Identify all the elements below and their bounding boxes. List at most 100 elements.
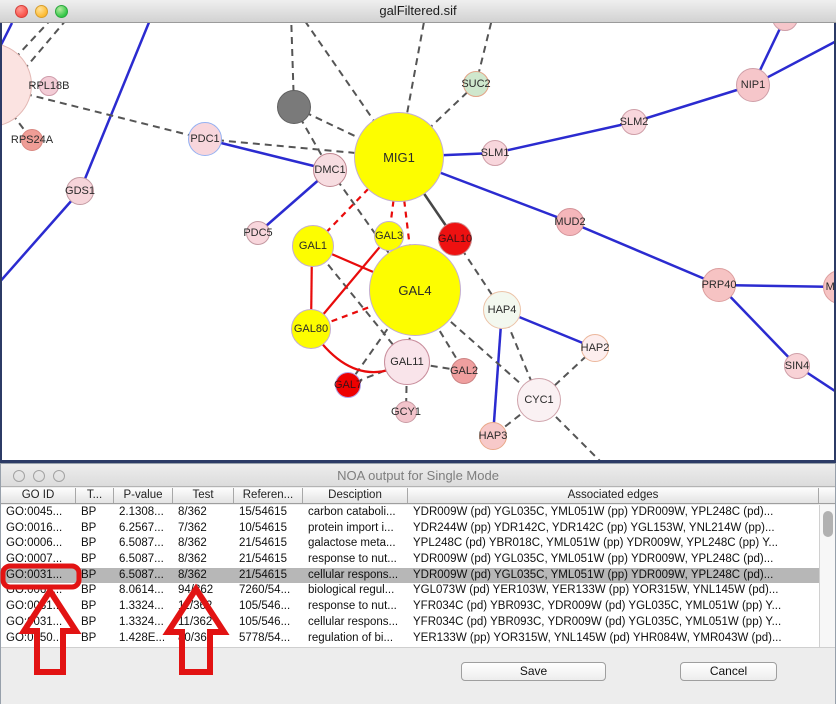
node-label: HAP4	[488, 304, 517, 316]
node-SLM2[interactable]: SLM2	[621, 109, 647, 135]
table-row[interactable]: GO:0007...BP6.5087...8/36221/54615respon…	[1, 552, 819, 568]
node-GDS1[interactable]: GDS1	[66, 177, 94, 205]
cell-edges: YGL073W (pd) YER103W, YER133W (pp) YOR31…	[408, 583, 819, 599]
node-CYC1[interactable]: CYC1	[517, 378, 561, 422]
node-PDC1[interactable]: PDC1	[188, 122, 222, 156]
node-label: GAL3	[375, 230, 403, 242]
network-window: galFiltered.sif RPL18B RPS24A GDS1 PDC1 DMC1…	[0, 0, 836, 463]
table-row[interactable]: GO:0065...BP8.0614...94/3627260/54...bio…	[1, 583, 819, 599]
table-header: GO IDT...P-valueTestReferen...Desciption…	[1, 488, 835, 504]
column-header-reference[interactable]: Referen...	[234, 488, 303, 503]
edge-blue[interactable]	[634, 85, 753, 122]
table-row[interactable]: GO:0006...BP6.5087...8/36221/54615galact…	[1, 536, 819, 552]
node-MUD2[interactable]: MUD2	[556, 208, 584, 236]
cancel-button[interactable]: Cancel	[680, 662, 777, 681]
node-GAL2[interactable]: GAL2	[451, 358, 477, 384]
column-header-p_value[interactable]: P-value	[114, 488, 173, 503]
column-header-edges[interactable]: Associated edges	[408, 488, 819, 503]
edge-blue[interactable]	[205, 139, 330, 170]
table-row[interactable]: GO:0031...BP1.3324...11/362105/546...res…	[1, 599, 819, 615]
cell-edges: YDR009W (pd) YGL035C, YML051W (pp) YDR00…	[408, 505, 819, 521]
cell-type: BP	[76, 536, 114, 552]
node-label: SUC2	[461, 78, 490, 90]
cell-reference: 21/54615	[234, 568, 303, 584]
edge-blue[interactable]	[495, 122, 634, 153]
table-row[interactable]: GO:0031...BP6.5087...8/36221/54615cellul…	[1, 568, 819, 584]
table-row[interactable]: GO:0031...BP1.3324...11/362105/546...cel…	[1, 615, 819, 631]
noa-window-titlebar[interactable]: NOA output for Single Mode	[1, 464, 835, 487]
cell-test: 80/362	[173, 631, 234, 647]
column-header-go_id[interactable]: GO ID	[1, 488, 76, 503]
cell-reference: 105/546...	[234, 599, 303, 615]
cell-test: 8/362	[173, 552, 234, 568]
cell-type: BP	[76, 631, 114, 647]
node-GAL1[interactable]: GAL1	[292, 225, 334, 267]
cell-test: 8/362	[173, 536, 234, 552]
node-label: GAL80	[294, 323, 328, 335]
cell-description: galactose meta...	[303, 536, 408, 552]
cell-edges: YDR009W (pd) YGL035C, YML051W (pp) YDR00…	[408, 552, 819, 568]
column-header-type[interactable]: T...	[76, 488, 114, 503]
node-label: GCY1	[391, 406, 421, 418]
node-HAP2[interactable]: HAP2	[581, 334, 609, 362]
cell-go_id: GO:0050...	[1, 631, 76, 647]
scrollbar-thumb[interactable]	[823, 511, 833, 537]
node-label: SLM1	[481, 147, 510, 159]
node-GAL11[interactable]: GAL11	[384, 339, 430, 385]
table-row[interactable]: GO:0016...BP6.2567...7/36210/54615protei…	[1, 521, 819, 537]
cell-description: response to nut...	[303, 599, 408, 615]
node-SUC2[interactable]: SUC2	[463, 71, 489, 97]
node-label: PDC1	[190, 133, 219, 145]
node-gray-node[interactable]	[277, 90, 311, 124]
column-header-test[interactable]: Test	[173, 488, 234, 503]
cell-description: cellular respons...	[303, 568, 408, 584]
table-row[interactable]: GO:0050...BP1.428E...80/3625778/54...reg…	[1, 631, 819, 647]
node-MIG1[interactable]: MIG1	[354, 112, 444, 202]
cell-description: biological regul...	[303, 583, 408, 599]
node-GCY1[interactable]: GCY1	[395, 401, 417, 423]
edge-blue[interactable]	[2, 191, 80, 285]
node-PDC5[interactable]: PDC5	[246, 221, 270, 245]
node-label: MUD2	[554, 216, 585, 228]
screen: galFiltered.sif RPL18B RPS24A GDS1 PDC1 DMC1…	[0, 0, 836, 704]
node-HAP4[interactable]: HAP4	[483, 291, 521, 329]
cell-edges: YER133W (pp) YOR315W, YNL145W (pd) YHR08…	[408, 631, 819, 647]
save-button[interactable]: Save	[461, 662, 606, 681]
edge-blue[interactable]	[719, 285, 836, 287]
node-DMC1[interactable]: DMC1	[313, 153, 347, 187]
node-GAL10[interactable]: GAL10	[438, 222, 472, 256]
edge-blue[interactable]	[80, 23, 152, 191]
node-HAP3[interactable]: HAP3	[479, 422, 507, 450]
cell-reference: 5778/54...	[234, 631, 303, 647]
node-label: HAP2	[581, 342, 610, 354]
network-window-titlebar[interactable]: galFiltered.sif	[0, 0, 836, 23]
cell-p_value: 1.428E...	[114, 631, 173, 647]
node-GAL80[interactable]: GAL80	[291, 309, 331, 349]
node-label: PDC5	[243, 227, 272, 239]
cell-type: BP	[76, 505, 114, 521]
cell-reference: 7260/54...	[234, 583, 303, 599]
cell-type: BP	[76, 615, 114, 631]
network-canvas[interactable]: RPL18B RPS24A GDS1 PDC1 DMC1MIG1 SUC2 SLM1 SLM2…	[0, 23, 836, 463]
cell-go_id: GO:0006...	[1, 536, 76, 552]
button-panel: Save Cancel	[1, 647, 835, 704]
cell-go_id: GO:0031...	[1, 568, 76, 584]
node-GAL4[interactable]: GAL4	[369, 244, 461, 336]
node-SLM1[interactable]: SLM1	[482, 140, 508, 166]
node-PRP40[interactable]: PRP40	[702, 268, 736, 302]
node-RPS24A[interactable]: RPS24A	[21, 129, 43, 151]
cell-description: protein import i...	[303, 521, 408, 537]
node-SIN4[interactable]: SIN4	[784, 353, 810, 379]
node-NIP1[interactable]: NIP1	[736, 68, 770, 102]
node-RPL18B[interactable]: RPL18B	[39, 76, 59, 96]
table-body: GO:0045...BP2.1308...8/36215/54615carbon…	[1, 505, 819, 647]
cell-reference: 10/54615	[234, 521, 303, 537]
cell-test: 8/362	[173, 568, 234, 584]
column-header-description[interactable]: Desciption	[303, 488, 408, 503]
edge-blue[interactable]	[570, 222, 719, 285]
vertical-scrollbar[interactable]	[819, 505, 835, 647]
cell-test: 8/362	[173, 505, 234, 521]
table-row[interactable]: GO:0045...BP2.1308...8/36215/54615carbon…	[1, 505, 819, 521]
node-label: GAL10	[438, 233, 472, 245]
node-GAL7[interactable]: GAL7	[335, 372, 361, 398]
